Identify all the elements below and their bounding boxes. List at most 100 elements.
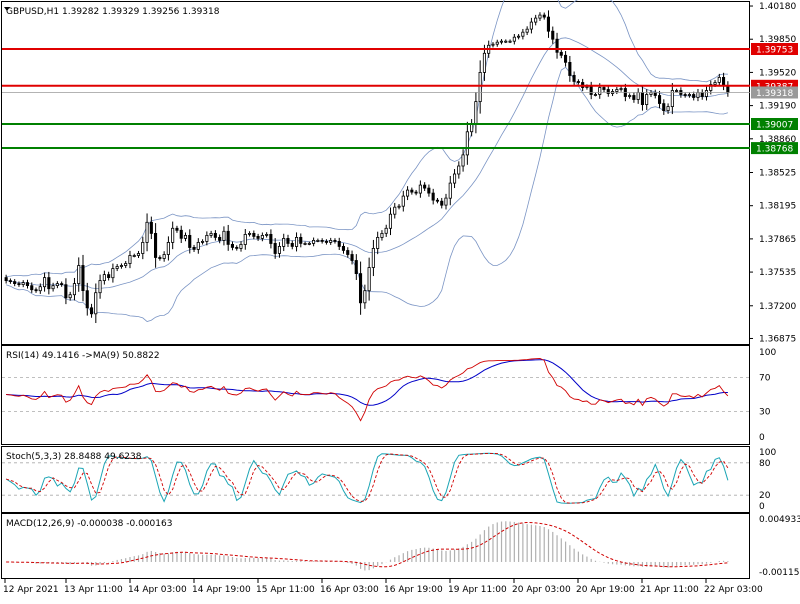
candle-body	[13, 281, 17, 285]
price-tick-label: 1.36875	[759, 335, 796, 345]
price-tick-label: 1.39850	[759, 35, 796, 45]
candle-body	[171, 227, 175, 243]
candle-body	[200, 240, 205, 243]
macd-tick-label: 0.004933	[759, 515, 800, 525]
candle-body	[175, 227, 179, 231]
price-header: GBPUSD,H1 1.39282 1.39329 1.39256 1.3931…	[6, 7, 220, 17]
candle-body	[645, 94, 649, 106]
rsi-tick-label: 30	[759, 408, 771, 418]
candle-body	[440, 200, 444, 206]
candle-body	[457, 165, 461, 175]
candle-body	[542, 14, 546, 18]
candle-body	[687, 94, 691, 96]
candle-body	[636, 92, 640, 100]
candle-body	[294, 236, 299, 247]
candle-body	[94, 292, 98, 315]
candle-body	[529, 21, 533, 30]
candle-body	[405, 189, 410, 197]
candle-body	[598, 87, 602, 95]
candle-body	[316, 239, 320, 242]
candle-body	[111, 268, 115, 279]
candle-body	[700, 92, 704, 97]
candle-body	[367, 267, 371, 292]
candle-body	[662, 103, 666, 111]
candle-body	[8, 280, 12, 283]
candle-body	[90, 307, 94, 315]
candle-body	[534, 17, 538, 23]
candle-body	[115, 266, 119, 269]
time-tick-label: 20 Apr 03:00	[512, 585, 571, 595]
candle-body	[628, 95, 632, 97]
candle-body	[307, 242, 311, 245]
price-tick-label: 1.37865	[759, 235, 796, 245]
candle-body	[341, 245, 345, 251]
candle-body	[222, 230, 226, 241]
candle-body	[508, 40, 512, 43]
candle-body	[179, 229, 183, 239]
candle-body	[158, 257, 162, 259]
candle-body	[269, 233, 273, 244]
time-tick-label: 20 Apr 19:00	[576, 585, 635, 595]
time-tick-label: 15 Apr 11:00	[256, 585, 315, 595]
candle-body	[358, 273, 363, 304]
candle-body	[303, 242, 307, 245]
candle-body	[64, 284, 68, 299]
candle-body	[68, 294, 72, 299]
candle-body	[213, 232, 217, 238]
stoch-tick-label: 100	[759, 448, 776, 458]
candle-body	[329, 239, 333, 243]
current-price-label: 1.39318	[756, 89, 793, 99]
time-tick-label: 21 Apr 11:00	[640, 585, 699, 595]
candle-body	[149, 221, 153, 234]
candle-body	[141, 241, 145, 254]
candle-body	[320, 239, 324, 242]
candle-body	[153, 232, 158, 258]
candle-body	[166, 241, 170, 255]
candle-body	[452, 173, 457, 184]
stoch-tick-label: 20	[759, 491, 771, 501]
candle-body	[602, 87, 606, 90]
candle-body	[77, 265, 81, 285]
candle-body	[60, 283, 64, 286]
candle-body	[683, 94, 687, 96]
time-tick-label: 13 Apr 11:00	[64, 585, 123, 595]
candle-body	[431, 192, 435, 201]
candle-body	[247, 232, 252, 235]
support-level-label: 1.39007	[756, 121, 793, 131]
candle-body	[658, 95, 662, 104]
candle-body	[43, 277, 47, 288]
candle-body	[346, 250, 350, 255]
candle-body	[350, 254, 354, 261]
stoch-tick-label: 0	[759, 502, 765, 512]
candle-body	[235, 246, 239, 249]
candle-body	[256, 235, 260, 239]
candle-body	[98, 280, 102, 294]
candle-body	[183, 234, 188, 239]
candle-body	[512, 36, 516, 42]
candle-body	[666, 106, 670, 111]
candle-body	[589, 86, 593, 95]
candle-body	[401, 195, 405, 207]
candle-body	[17, 283, 21, 286]
time-tick-label: 16 Apr 03:00	[320, 585, 379, 595]
candle-body	[337, 240, 341, 247]
candle-body	[72, 283, 77, 296]
candle-body	[448, 182, 452, 199]
candle-body	[384, 227, 388, 234]
candle-body	[324, 240, 328, 243]
candle-body	[559, 51, 563, 56]
trading-chart[interactable]: 1.397531.393871.390071.387681.39318 1.40…	[0, 0, 800, 600]
candle-body	[444, 197, 448, 206]
candle-body	[546, 16, 550, 32]
candle-body	[491, 43, 495, 46]
price-tick-label: 1.38195	[759, 202, 796, 212]
candle-body	[119, 265, 124, 267]
candle-body	[593, 94, 597, 96]
candle-body	[576, 81, 580, 83]
candle-body	[423, 184, 427, 189]
chart-window: 1.397531.393871.390071.387681.39318 1.40…	[0, 0, 800, 600]
candle-body	[277, 245, 281, 254]
candle-body	[34, 289, 38, 292]
candle-body	[290, 242, 294, 247]
candle-body	[495, 41, 499, 45]
